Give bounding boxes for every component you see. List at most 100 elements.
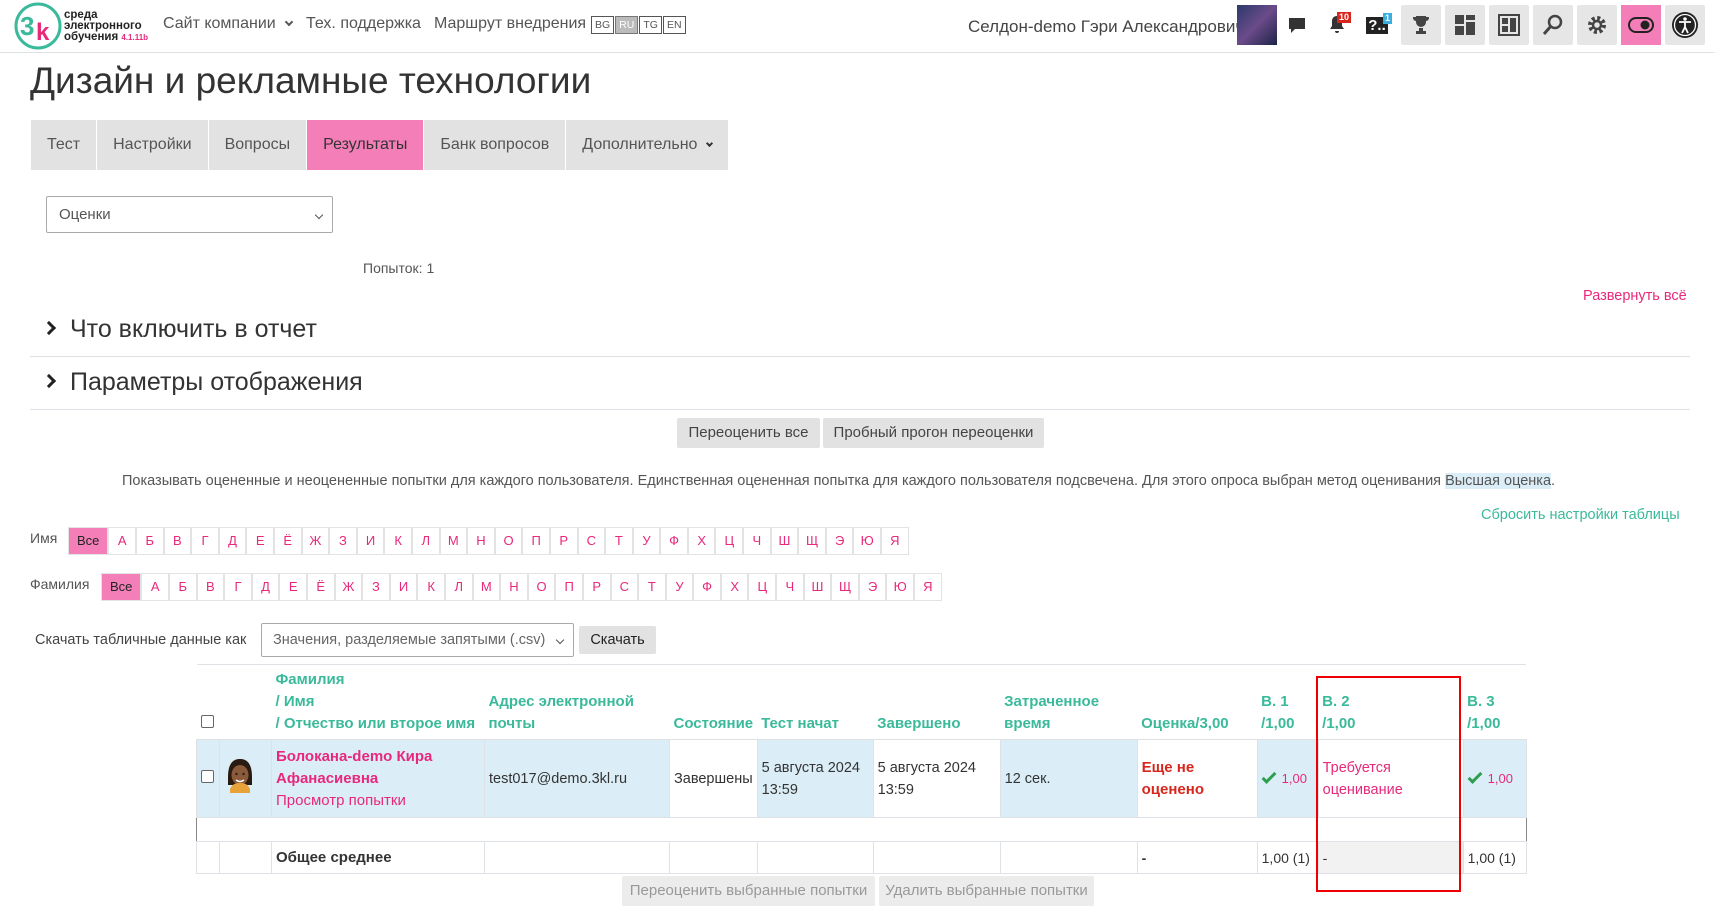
first-name-initial-letter[interactable]: Э — [825, 527, 854, 555]
first-name-initial-letter[interactable]: Л — [411, 527, 440, 555]
first-name-initial-all[interactable]: Все — [68, 527, 109, 555]
last-name-initial-letter[interactable]: Б — [169, 573, 197, 601]
first-name-initial-letter[interactable]: А — [108, 527, 136, 555]
last-name-initial-letter[interactable]: Н — [500, 573, 528, 601]
last-name-initial-letter[interactable]: Е — [279, 573, 307, 601]
question-1-header[interactable]: В. 1/1,00 — [1257, 664, 1319, 740]
last-name-initial-letter[interactable]: Г — [224, 573, 252, 601]
review-attempt-link[interactable]: Просмотр попытки — [276, 790, 480, 812]
tab-settings[interactable]: Настройки — [97, 120, 208, 170]
download-format-select[interactable]: Значения, разделяемые запятыми (.csv) — [261, 623, 574, 657]
first-name-initial-letter[interactable]: И — [356, 527, 385, 555]
last-name-initial-letter[interactable]: У — [665, 573, 694, 601]
first-name-initial-letter[interactable]: Ж — [301, 527, 330, 555]
last-name-initial-letter[interactable]: Э — [858, 573, 887, 601]
first-name-initial-letter[interactable]: П — [522, 527, 550, 555]
tab-question-bank[interactable]: Банк вопросов — [424, 120, 566, 170]
first-name-initial-letter[interactable]: З — [329, 527, 357, 555]
question-1-cell[interactable]: 1,00 — [1256, 739, 1319, 818]
last-name-initial-letter[interactable]: О — [527, 573, 556, 601]
last-name-initial-letter[interactable]: Ж — [334, 573, 363, 601]
last-name-initial-letter[interactable]: З — [362, 573, 390, 601]
last-name-initial-letter[interactable]: Х — [720, 573, 749, 601]
nav-tech-support[interactable]: Тех. поддержка — [306, 15, 421, 33]
regrade-all-button[interactable]: Переоценить все — [677, 418, 820, 448]
report-type-select[interactable]: Оценки — [46, 196, 333, 233]
first-name-initial-letter[interactable]: Х — [687, 527, 716, 555]
first-name-initial-letter[interactable]: Ц — [715, 527, 744, 555]
completed-header[interactable]: Завершено — [873, 664, 1001, 740]
nav-company-site[interactable]: Сайт компании — [163, 15, 294, 33]
download-button[interactable]: Скачать — [579, 626, 656, 654]
notifications-icon[interactable]: 10 — [1317, 5, 1357, 45]
last-name-initial-letter[interactable]: Д — [251, 573, 280, 601]
first-name-initial-letter[interactable]: Г — [191, 527, 219, 555]
user-avatar[interactable] — [1237, 5, 1277, 45]
delete-selected-button[interactable]: Удалить выбранные попытки — [879, 876, 1094, 906]
gear-icon[interactable] — [1577, 5, 1617, 45]
lang-bg[interactable]: BG — [591, 16, 615, 34]
last-name-initial-letter[interactable]: Ч — [776, 573, 804, 601]
first-name-initial-letter[interactable]: С — [577, 527, 606, 555]
student-avatar[interactable] — [224, 757, 256, 793]
first-name-initial-letter[interactable]: Ё — [273, 527, 302, 555]
email-header[interactable]: Адрес электронной почты — [484, 664, 670, 740]
last-name-initial-letter[interactable]: К — [417, 573, 445, 601]
last-name-initial-letter[interactable]: Ф — [693, 573, 721, 601]
lang-ru[interactable]: RU — [615, 16, 639, 34]
tab-quiz[interactable]: Тест — [31, 120, 97, 170]
first-name-initial-letter[interactable]: Б — [136, 527, 164, 555]
first-name-initial-letter[interactable]: Т — [605, 527, 633, 555]
search-icon[interactable] — [1533, 5, 1573, 45]
section-display-options[interactable]: Параметры отображения — [30, 358, 1690, 410]
last-name-initial-letter[interactable]: П — [555, 573, 583, 601]
questions-icon[interactable]: ?.. 1 — [1357, 5, 1397, 45]
time-taken-header[interactable]: Затраченное время — [1000, 664, 1138, 740]
lang-en[interactable]: EN — [662, 16, 686, 34]
last-name-initial-letter[interactable]: И — [389, 573, 418, 601]
last-name-initial-letter[interactable]: Ю — [886, 573, 915, 601]
trophy-icon[interactable] — [1401, 5, 1441, 45]
first-name-initial-letter[interactable]: Щ — [798, 527, 826, 555]
last-name-initial-letter[interactable]: С — [610, 573, 639, 601]
first-name-initial-letter[interactable]: Ч — [743, 527, 771, 555]
state-header[interactable]: Состояние — [669, 664, 758, 740]
first-name-initial-letter[interactable]: Ф — [660, 527, 688, 555]
first-name-initial-letter[interactable]: О — [494, 527, 523, 555]
name-header[interactable]: Фамилия / Имя / Отчество или второе имя — [271, 664, 485, 740]
first-name-initial-letter[interactable]: Р — [549, 527, 578, 555]
section-report-contents[interactable]: Что включить в отчет — [30, 305, 1690, 357]
first-name-initial-letter[interactable]: К — [384, 527, 412, 555]
first-name-initial-letter[interactable]: В — [163, 527, 192, 555]
first-name-initial-letter[interactable]: Я — [881, 527, 909, 555]
last-name-initial-letter[interactable]: М — [472, 573, 501, 601]
question-3-header[interactable]: В. 3/1,00 — [1463, 664, 1527, 740]
reset-table-link[interactable]: Сбросить настройки таблицы — [1481, 507, 1680, 523]
student-name-link[interactable]: Болокана-demo Кира Афанасиевна — [276, 746, 480, 790]
tab-more[interactable]: Дополнительно — [566, 120, 728, 170]
accessibility-icon[interactable] — [1665, 5, 1705, 45]
site-logo[interactable]: 3 k среда электронного обучения 4.1.11b — [14, 2, 164, 50]
user-name[interactable]: Селдон-demo Гэри Александрович — [968, 17, 1244, 37]
dashboard-icon[interactable] — [1445, 5, 1485, 45]
last-name-initial-letter[interactable]: Р — [582, 573, 611, 601]
last-name-initial-letter[interactable]: Я — [914, 573, 942, 601]
expand-all-link[interactable]: Развернуть всё — [1583, 288, 1687, 304]
last-name-initial-letter[interactable]: Т — [638, 573, 666, 601]
first-name-initial-letter[interactable]: М — [439, 527, 468, 555]
last-name-initial-all[interactable]: Все — [101, 573, 142, 601]
select-all-checkbox[interactable] — [200, 715, 214, 728]
last-name-initial-letter[interactable]: Л — [444, 573, 473, 601]
tab-questions[interactable]: Вопросы — [208, 120, 307, 170]
tab-results[interactable]: Результаты — [307, 120, 424, 170]
last-name-initial-letter[interactable]: Ц — [748, 573, 777, 601]
row-checkbox[interactable] — [201, 769, 214, 783]
theme-toggle-icon[interactable] — [1621, 5, 1661, 45]
messages-icon[interactable] — [1277, 5, 1317, 45]
nav-implementation-route[interactable]: Маршрут внедрения — [434, 15, 586, 33]
last-name-initial-letter[interactable]: Ш — [803, 573, 832, 601]
layout-icon[interactable] — [1489, 5, 1529, 45]
last-name-initial-letter[interactable]: Ё — [306, 573, 335, 601]
first-name-initial-letter[interactable]: Ш — [770, 527, 799, 555]
regrade-selected-button[interactable]: Переоценить выбранные попытки — [622, 876, 875, 906]
